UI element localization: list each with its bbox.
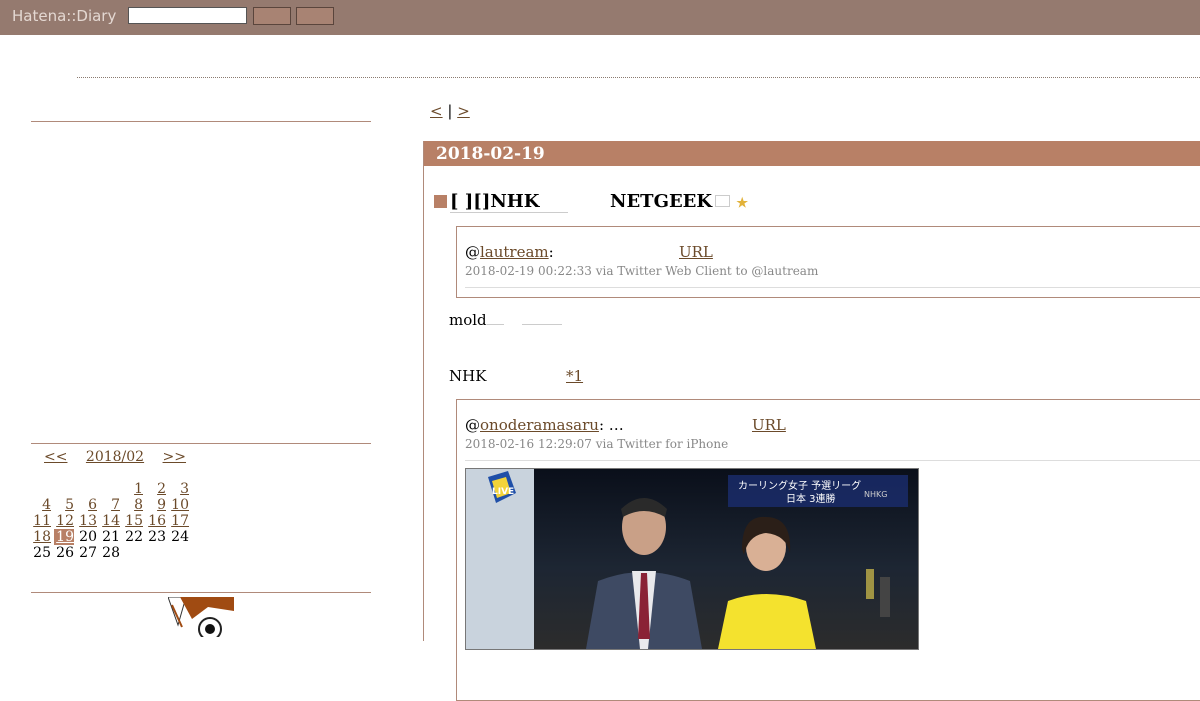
- calendar-header: << 2018/02 >>: [44, 449, 186, 465]
- calendar-day[interactable]: 18: [31, 529, 51, 545]
- diary-button[interactable]: [296, 7, 334, 25]
- calendar-day[interactable]: 10: [169, 497, 189, 513]
- calendar-day[interactable]: 13: [77, 513, 97, 529]
- calendar-prev-link[interactable]: <<: [44, 449, 67, 465]
- calendar-day[interactable]: 2: [146, 481, 166, 497]
- section-title-text[interactable]: [ ][]NHK: [450, 191, 568, 213]
- tweet-url-link[interactable]: URL: [679, 243, 713, 261]
- sidebar-divider-bottom: [31, 592, 371, 593]
- tweet-text: @lautream:: [465, 243, 554, 261]
- paragraph-mold: mold: [449, 311, 563, 329]
- calendar-day: 22: [125, 529, 143, 545]
- section-title: [ ][]NHK NETGEEK ★: [434, 191, 748, 213]
- calendar-day: 21: [102, 529, 120, 545]
- search-button[interactable]: [253, 7, 291, 25]
- next-day-link[interactable]: >: [457, 102, 470, 120]
- tweet-quote: @lautream: URL 2018-02-19 00:22:33 via T…: [456, 226, 1200, 298]
- day-navigation: < | >: [430, 102, 470, 120]
- calendar-day[interactable]: 3: [169, 481, 189, 497]
- calendar-day[interactable]: 17: [169, 513, 189, 529]
- tweet-at: @: [465, 416, 480, 434]
- paragraph-nhk: NHK: [449, 367, 486, 385]
- calendar-day[interactable]: 4: [31, 497, 51, 513]
- search-input[interactable]: [128, 7, 247, 24]
- diary-day: 2018-02-19 [ ][]NHK NETGEEK ★ @lautream:…: [423, 141, 1200, 701]
- paragraph-mold-text: mold: [449, 311, 487, 329]
- sidebar-divider-calendar: [31, 443, 371, 444]
- calendar-day-today[interactable]: 19: [54, 529, 74, 545]
- tv-caption-line1: カーリング女子 予選リーグ: [738, 479, 861, 492]
- site-logo[interactable]: Hatena::Diary: [12, 7, 116, 25]
- tweet-user-link[interactable]: lautream: [480, 243, 549, 261]
- sidebar-divider-top: [31, 121, 371, 122]
- blank-gap: [522, 323, 563, 325]
- calendar-day[interactable]: 5: [54, 497, 74, 513]
- day-header: 2018-02-19: [424, 141, 1200, 166]
- section-square-icon: [434, 195, 447, 208]
- tv-channel-logo: NHKG: [864, 490, 887, 499]
- calendar-day[interactable]: 15: [123, 513, 143, 529]
- calendar-day[interactable]: 1: [123, 481, 143, 497]
- calendar-day[interactable]: 8: [123, 497, 143, 513]
- tweet-divider: [465, 460, 1200, 461]
- mascot-image: [168, 597, 234, 637]
- calendar-day: 24: [171, 529, 189, 545]
- calendar-day: 25: [33, 545, 51, 561]
- tweet-user-link[interactable]: onoderamasaru: [480, 416, 599, 434]
- tweet-url-link[interactable]: URL: [752, 416, 786, 434]
- tweet-text: @onoderamasaru: …: [465, 416, 624, 434]
- tweet-colon: : …: [598, 416, 624, 434]
- top-bar: Hatena::Diary: [0, 0, 1200, 35]
- calendar-day: 26: [56, 545, 74, 561]
- prev-day-link[interactable]: <: [430, 102, 443, 120]
- calendar-day: 23: [148, 529, 166, 545]
- calendar-day[interactable]: 14: [100, 513, 120, 529]
- blank-gap: [486, 323, 504, 325]
- calendar-day: 20: [79, 529, 97, 545]
- calendar-day: 28: [102, 545, 120, 561]
- tweet-meta: 2018-02-16 12:29:07 via Twitter for iPho…: [465, 437, 729, 451]
- footnote-link[interactable]: *1: [566, 367, 583, 385]
- tweet-quote: @onoderamasaru: … URL 2018-02-16 12:29:0…: [456, 399, 1200, 701]
- tweet-at: @: [465, 243, 480, 261]
- calendar-day[interactable]: 12: [54, 513, 74, 529]
- calendar-day[interactable]: 9: [146, 497, 166, 513]
- calendar-day[interactable]: 6: [77, 497, 97, 513]
- calendar-day[interactable]: 11: [31, 513, 51, 529]
- nav-separator: |: [447, 102, 453, 120]
- section-title-source: NETGEEK: [610, 191, 713, 212]
- tweet-colon: :: [548, 243, 554, 261]
- live-badge: LIVE: [492, 487, 514, 497]
- paragraph-nhk-text: NHK: [449, 367, 487, 385]
- tweet-photo[interactable]: LIVE カーリング女子 予選リーグ 日本 3連勝 NHKG: [465, 468, 919, 650]
- calendar-day[interactable]: 16: [146, 513, 166, 529]
- calendar-next-link[interactable]: >>: [163, 449, 186, 465]
- tv-caption-line2: 日本 3連勝: [786, 492, 836, 505]
- day-date[interactable]: 2018-02-19: [436, 144, 545, 164]
- tv-broadcast-image: LIVE カーリング女子 予選リーグ 日本 3連勝 NHKG: [466, 469, 908, 649]
- star-icon[interactable]: ★: [736, 196, 748, 211]
- header-divider: [77, 77, 1200, 78]
- calendar-month-link[interactable]: 2018/02: [86, 449, 144, 465]
- calendar-day[interactable]: 7: [100, 497, 120, 513]
- image-icon: [715, 195, 731, 207]
- tweet-meta: 2018-02-19 00:22:33 via Twitter Web Clie…: [465, 264, 819, 278]
- tweet-divider: [465, 287, 1200, 288]
- calendar-day: 27: [79, 545, 97, 561]
